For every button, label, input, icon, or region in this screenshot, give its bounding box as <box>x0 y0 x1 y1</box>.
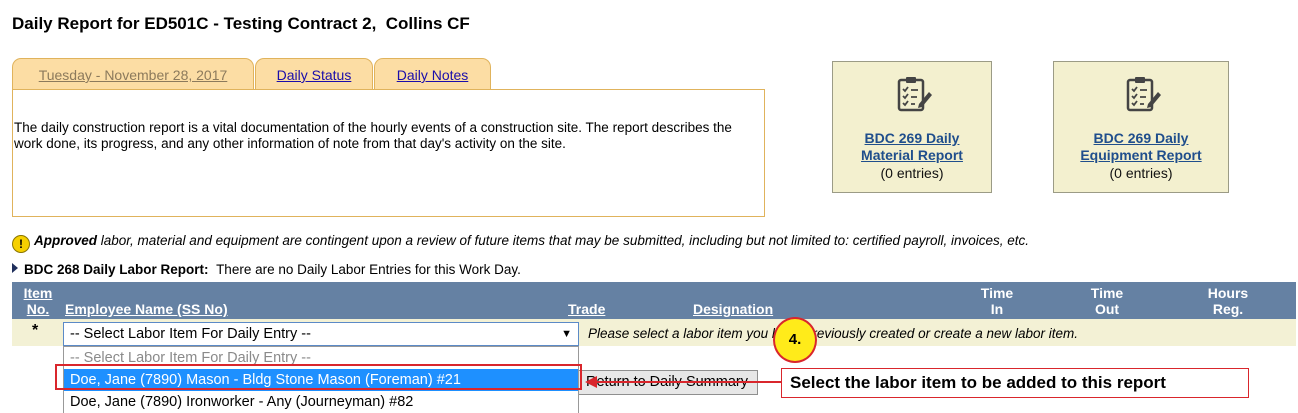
daily-notes-text: The daily construction report is a vital… <box>14 120 732 151</box>
annotation-arrow-head <box>585 376 597 388</box>
tab-daily-notes[interactable]: Daily Notes <box>374 58 491 90</box>
approval-notice: ! Approved labor, material and equipment … <box>12 233 1029 253</box>
labor-table-header: Item No. Employee Name (SS No) Trade Desi… <box>12 282 1296 319</box>
column-time-in: Time In <box>980 285 1014 317</box>
dropdown-option[interactable]: Doe, Jane (7890) Ironworker - Any (Journ… <box>64 391 578 413</box>
material-report-card[interactable]: BDC 269 Daily Material Report (0 entries… <box>832 61 992 193</box>
labor-item-select-value: -- Select Labor Item For Daily Entry -- <box>70 326 311 342</box>
column-hours-reg: Hours Reg. <box>1207 285 1249 317</box>
labor-report-title: BDC 268 Daily Labor Report: <box>24 262 209 277</box>
column-employee-name[interactable]: Employee Name (SS No) <box>65 301 228 317</box>
highlight-box <box>55 364 582 390</box>
daily-notes-panel: The daily construction report is a vital… <box>12 89 765 217</box>
column-designation[interactable]: Designation <box>693 301 773 317</box>
clipboard-checklist-icon <box>897 77 932 112</box>
approved-label: Approved <box>34 233 98 248</box>
equipment-report-link[interactable]: BDC 269 Daily Equipment Report <box>1054 130 1228 164</box>
labor-item-select[interactable]: -- Select Labor Item For Daily Entry -- … <box>63 322 579 346</box>
tab-date[interactable]: Tuesday - November 28, 2017 <box>12 58 254 90</box>
clipboard-checklist-icon <box>1126 77 1161 112</box>
equipment-report-card[interactable]: BDC 269 Daily Equipment Report (0 entrie… <box>1053 61 1229 193</box>
annotation-arrow-line <box>596 381 786 383</box>
new-row-marker: * <box>32 322 39 339</box>
page-title: Daily Report for ED501C - Testing Contra… <box>12 14 470 33</box>
expand-triangle-icon[interactable] <box>12 263 18 273</box>
warning-icon: ! <box>12 235 30 253</box>
annotation-callout: Select the labor item to be added to thi… <box>781 368 1249 398</box>
material-report-link[interactable]: BDC 269 Daily Material Report <box>833 130 991 164</box>
approval-notice-text: labor, material and equipment are contin… <box>97 233 1030 248</box>
column-trade[interactable]: Trade <box>568 301 605 317</box>
material-report-count: (0 entries) <box>880 165 944 181</box>
select-hint: Please select a labor item you have prev… <box>588 326 1079 341</box>
column-item-no[interactable]: Item No. <box>22 285 54 317</box>
equipment-report-count: (0 entries) <box>1109 165 1173 181</box>
step-number-badge: 4. <box>773 317 817 363</box>
column-time-out: Time Out <box>1090 285 1124 317</box>
labor-report-message: There are no Daily Labor Entries for thi… <box>216 262 521 277</box>
tab-daily-status[interactable]: Daily Status <box>255 58 373 90</box>
dropdown-arrow-icon: ▼ <box>561 328 572 340</box>
labor-report-heading[interactable]: BDC 268 Daily Labor Report: There are no… <box>12 262 521 277</box>
